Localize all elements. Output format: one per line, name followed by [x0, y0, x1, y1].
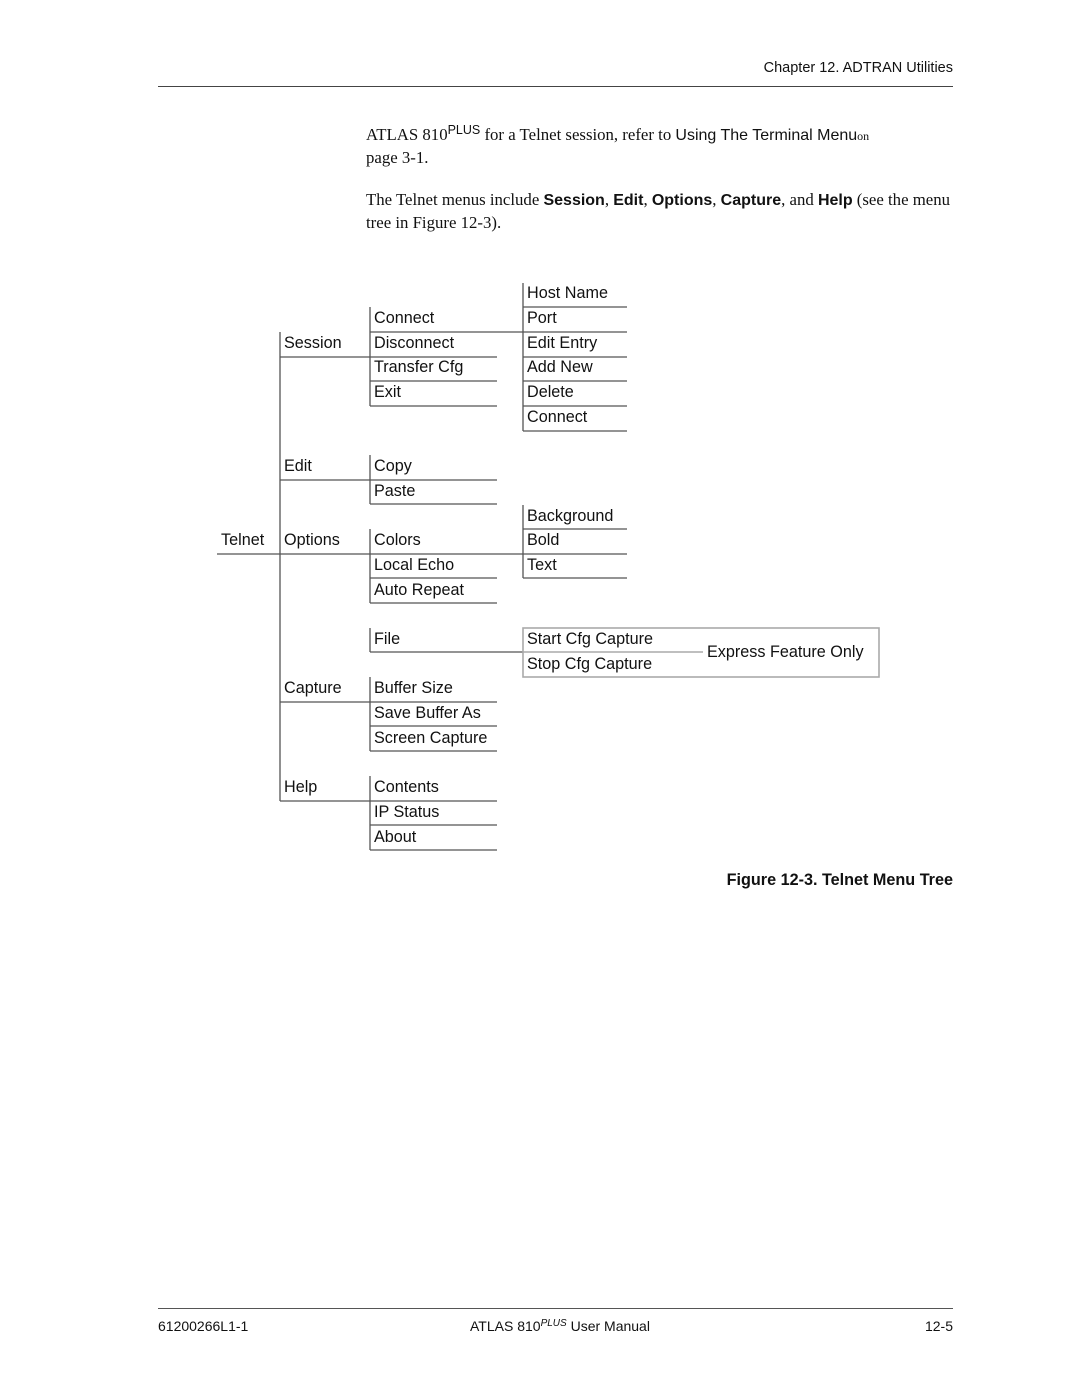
menu-item-file: File: [374, 630, 400, 648]
document-number: 61200266L1-1: [158, 1318, 249, 1334]
menu-item-disconnect: Disconnect: [374, 334, 455, 352]
menu-edit: Edit: [284, 457, 312, 475]
menu-capture: Capture: [284, 679, 342, 697]
manual-title-superscript: PLUS: [540, 1318, 567, 1329]
manual-title-product: ATLAS 810: [470, 1318, 541, 1334]
express-feature-note: Express Feature Only: [707, 643, 864, 661]
submenu-item-connect: Connect: [527, 408, 588, 426]
submenu-item-host-name: Host Name: [527, 284, 608, 302]
menu-help: Help: [284, 778, 317, 796]
submenu-item-delete: Delete: [527, 383, 574, 401]
menu-item-copy: Copy: [374, 457, 413, 475]
submenu-item-stop-cfg-capture: Stop Cfg Capture: [527, 655, 652, 673]
menu-item-save-buffer-as: Save Buffer As: [374, 704, 481, 722]
page-number: 12-5: [924, 1318, 953, 1334]
menu-item-exit: Exit: [374, 383, 401, 401]
menu-item-local-echo: Local Echo: [374, 556, 454, 574]
submenu-item-edit-entry: Edit Entry: [527, 334, 598, 352]
figure-caption: Figure 12-3. Telnet Menu Tree: [726, 871, 953, 889]
page-footer: 61200266L1-1 ATLAS 810PLUS User Manual 1…: [158, 1308, 953, 1334]
menu-item-paste: Paste: [374, 482, 415, 500]
submenu-item-add-new: Add New: [527, 358, 593, 376]
submenu-item-background: Background: [527, 507, 613, 525]
menu-item-transfer-cfg: Transfer Cfg: [374, 358, 463, 376]
tree-root: Telnet: [221, 531, 265, 549]
menu-item-about: About: [374, 828, 417, 846]
menu-item-connect: Connect: [374, 309, 435, 327]
menu-item-buffer-size: Buffer Size: [374, 679, 453, 697]
menu-item-contents: Contents: [374, 778, 439, 796]
submenu-item-start-cfg-capture: Start Cfg Capture: [527, 630, 653, 648]
telnet-menu-tree: Telnet Session Connect Disconnect Transf…: [217, 283, 880, 851]
menu-session: Session: [284, 334, 342, 352]
menu-item-ip-status: IP Status: [374, 803, 439, 821]
menu-item-screen-capture: Screen Capture: [374, 729, 487, 747]
menu-options: Options: [284, 531, 340, 549]
submenu-item-text: Text: [527, 556, 557, 574]
submenu-item-port: Port: [527, 309, 557, 327]
manual-title: ATLAS 810PLUS User Manual: [470, 1318, 650, 1334]
menu-item-auto-repeat: Auto Repeat: [374, 581, 464, 599]
submenu-item-bold: Bold: [527, 531, 559, 549]
menu-item-colors: Colors: [374, 531, 421, 549]
manual-title-suffix: User Manual: [566, 1318, 650, 1334]
